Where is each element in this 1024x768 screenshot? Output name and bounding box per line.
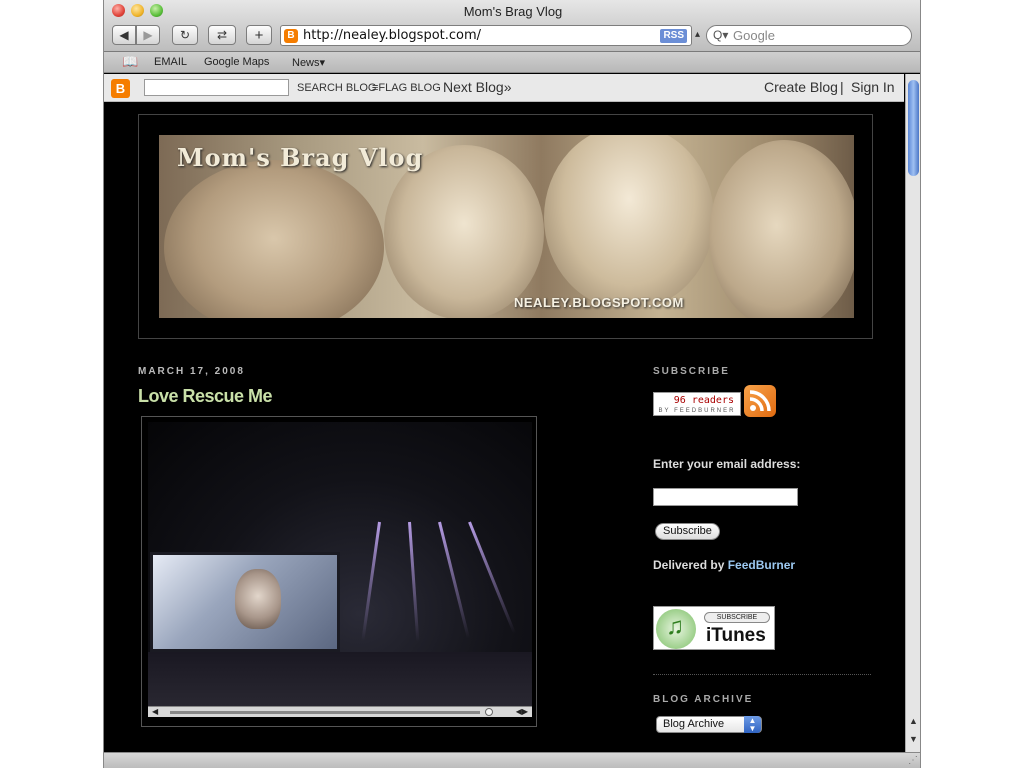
blog-archive-dropdown[interactable]: Blog Archive ▲ ▼ <box>656 716 762 733</box>
plus-icon: + <box>254 26 264 44</box>
video-player[interactable]: ◀ ◀▶ <box>148 422 532 717</box>
reader-count: 96 readers <box>673 395 734 406</box>
snapback-button[interactable]: ⇄ <box>208 25 236 45</box>
search-field[interactable]: Q▾ Google <box>706 25 912 46</box>
bookmark-email[interactable]: EMAIL <box>154 56 187 68</box>
next-blog-link[interactable]: Next Blog» <box>443 79 511 95</box>
flag-blog-button[interactable]: ≡FLAG BLOG <box>372 82 441 94</box>
add-bookmark-button[interactable]: + <box>246 25 272 45</box>
snapback-icon: ⇄ <box>216 28 228 42</box>
scroll-down-arrow-icon[interactable]: ▼ <box>909 734 918 744</box>
rss-badge-button[interactable]: RSS <box>660 29 687 43</box>
header-banner-image[interactable]: Mom's Brag Vlog NEALEY.BLOGSPOT.COM <box>159 135 854 318</box>
itunes-note-icon: ♫ <box>656 609 696 649</box>
scroll-up-arrow-icon[interactable]: ▲ <box>909 716 918 726</box>
search-placeholder: Google <box>733 28 775 43</box>
bookmark-google-maps[interactable]: Google Maps <box>204 56 269 68</box>
reload-button[interactable]: ↻ <box>172 25 198 45</box>
blog-header: Mom's Brag Vlog NEALEY.BLOGSPOT.COM <box>138 114 873 339</box>
url-dropdown-icon[interactable]: ▴ <box>695 29 700 40</box>
reload-icon: ↻ <box>179 28 191 42</box>
forward-arrow-icon: ▶ <box>143 28 153 42</box>
blogger-logo-icon[interactable]: B <box>111 79 130 98</box>
address-bar[interactable]: B http://nealey.blogspot.com/ RSS <box>280 25 692 46</box>
video-stage-screen <box>150 552 340 652</box>
feedburner-counter[interactable]: 96 readers BY FEEDBURNER <box>653 392 741 416</box>
browser-chrome: Mom's Brag Vlog ◀ ▶ ↻ ⇄ + B http://neale… <box>104 0 920 52</box>
chevron-updown-icon: ▲ ▼ <box>744 716 761 733</box>
delivered-by-label: Delivered by <box>653 558 728 572</box>
email-prompt: Enter your email address: <box>653 457 801 471</box>
blogger-navbar: B SEARCH BLOG ≡FLAG BLOG Next Blog» Crea… <box>104 74 904 102</box>
itunes-subscribe-badge[interactable]: ♫ SUBSCRIBE iTunes <box>653 606 775 650</box>
rss-feed-icon[interactable] <box>744 385 776 417</box>
banner-url: NEALEY.BLOGSPOT.COM <box>514 295 684 310</box>
blogger-favicon-icon: B <box>284 29 298 43</box>
subscribe-heading: SUBSCRIBE <box>653 366 730 377</box>
search-icon: Q▾ <box>713 28 729 42</box>
video-progress-knob[interactable] <box>485 708 493 716</box>
archive-select-value: Blog Archive <box>663 718 725 730</box>
video-play-icon[interactable]: ◀ <box>152 707 158 716</box>
sign-in-link[interactable]: Sign In <box>851 79 895 95</box>
navbar-separator: | <box>840 79 844 95</box>
video-embed[interactable]: ◀ ◀▶ <box>141 416 537 727</box>
post-title-link[interactable]: Love Rescue Me <box>138 386 273 407</box>
sidebar-divider <box>653 674 871 675</box>
video-progress-track[interactable] <box>170 711 480 714</box>
post-date: MARCH 17, 2008 <box>138 366 245 377</box>
itunes-name: iTunes <box>706 625 766 646</box>
email-field[interactable] <box>653 488 798 506</box>
itunes-subscribe-label: SUBSCRIBE <box>704 612 770 623</box>
status-bar: ⋰ <box>104 752 920 768</box>
title-bar: Mom's Brag Vlog <box>104 0 920 22</box>
scrollbar-thumb[interactable] <box>908 80 919 176</box>
subscribe-button[interactable]: Subscribe <box>655 523 720 540</box>
open-book-icon[interactable]: 📖 <box>122 54 138 70</box>
feedburner-link[interactable]: FeedBurner <box>728 558 795 572</box>
resize-grip-icon[interactable]: ⋰ <box>908 755 918 766</box>
back-arrow-icon: ◀ <box>119 28 129 42</box>
bookmarks-bar: 📖 EMAIL Google Maps News▾ <box>104 52 920 73</box>
video-controls[interactable]: ◀ ◀▶ <box>148 706 532 717</box>
blog-search-input[interactable] <box>144 79 289 96</box>
vertical-scrollbar[interactable]: ▲ ▼ <box>905 74 920 752</box>
back-button[interactable]: ◀ <box>112 25 136 45</box>
forward-button[interactable]: ▶ <box>136 25 160 45</box>
by-feedburner-label: BY FEEDBURNER <box>658 408 736 414</box>
blog-page: Mom's Brag Vlog NEALEY.BLOGSPOT.COM MARC… <box>104 102 904 752</box>
banner-title: Mom's Brag Vlog <box>177 143 424 172</box>
video-volume-icon[interactable]: ◀▶ <box>516 707 528 716</box>
window-title: Mom's Brag Vlog <box>463 4 563 19</box>
create-blog-link[interactable]: Create Blog <box>764 79 838 95</box>
bookmark-news-menu[interactable]: News▾ <box>292 56 325 69</box>
delivered-by-text: Delivered by FeedBurner <box>653 558 795 572</box>
search-blog-button[interactable]: SEARCH BLOG <box>297 82 376 94</box>
browser-window: Mom's Brag Vlog ◀ ▶ ↻ ⇄ + B http://neale… <box>103 0 921 768</box>
url-text[interactable]: http://nealey.blogspot.com/ <box>303 28 481 43</box>
archive-heading: BLOG ARCHIVE <box>653 694 754 705</box>
